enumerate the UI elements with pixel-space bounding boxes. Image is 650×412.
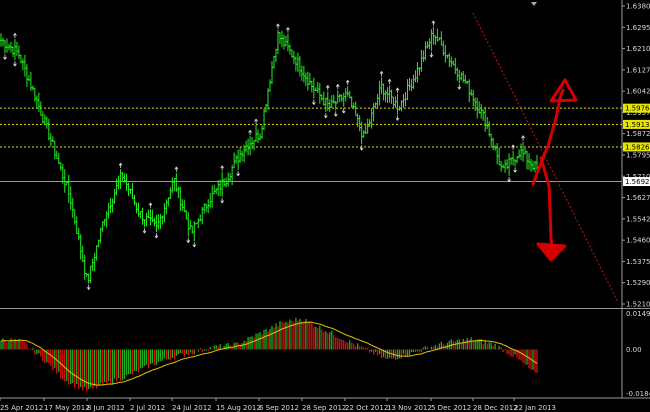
forex-chart[interactable]: 1.638001.629501.621001.612751.604251.595… [0, 0, 650, 412]
oscillator-axis: 0.0149 0.00 -0.0184 [626, 310, 650, 398]
price-tick-label: 1.52900 [626, 279, 650, 287]
fractal-down-icon [311, 99, 316, 105]
price-tick-label: 1.58725 [626, 130, 650, 138]
fractal-down-icon [3, 54, 7, 60]
time-tick-label: 28 Dec 2012 [473, 404, 518, 412]
price-tick-label: 1.63800 [626, 3, 650, 11]
fractal-down-icon [186, 237, 191, 243]
fractal-up-icon [345, 79, 350, 86]
fractal-up-icon [431, 20, 436, 26]
trendline-line[interactable] [472, 12, 619, 303]
highlighted-price-label: 1.58262 [625, 143, 650, 151]
arrow-down-head-icon [536, 242, 567, 262]
osc-tick-label: 0.0149 [626, 310, 650, 318]
fractal-up-icon [521, 135, 525, 141]
fractal-up-icon [286, 27, 290, 33]
price-tick-label: 1.52100 [626, 301, 650, 309]
fractal-up-icon [276, 23, 280, 29]
oscillator-signal-line [0, 321, 538, 386]
time-tick-label: 17 May 2012 [44, 404, 90, 412]
osc-tick-label: -0.0184 [626, 390, 650, 398]
fractal-up-icon [335, 84, 340, 90]
highlighted-price-label: 1.56922 [625, 178, 650, 186]
price-tick-label: 1.53750 [626, 258, 650, 266]
time-tick-label: 22 Oct 2012 [345, 404, 388, 412]
fractal-down-icon [142, 228, 147, 234]
time-tick-label: 25 Apr 2012 [0, 404, 43, 412]
fractal-down-icon [359, 145, 364, 151]
fractal-up-icon [511, 144, 515, 150]
arrow-up-stroke [531, 88, 565, 186]
fractal-down-icon [323, 112, 328, 119]
fractal-down-icon [429, 52, 434, 58]
price-axis[interactable]: 1.638001.629501.621001.612751.604251.595… [622, 3, 650, 309]
highlighted-price-label: 1.59135 [625, 121, 650, 129]
fractal-down-icon [395, 115, 400, 121]
price-tick-label: 1.61275 [626, 66, 650, 74]
fractal-up-icon [395, 87, 400, 93]
fractal-up-icon [325, 85, 330, 91]
time-axis: 25 Apr 2012 17 May 20128 Jun 2012 2 Jul 20… [0, 398, 556, 412]
price-tick-label: 1.62100 [626, 45, 650, 53]
fractal-down-icon [192, 242, 197, 248]
signal-line [0, 321, 538, 386]
fractal-up-icon [148, 202, 153, 208]
fractal-up-icon [13, 32, 17, 39]
fractal-up-icon [379, 71, 384, 77]
fractal-down-icon [341, 108, 346, 114]
fractal-down-icon [154, 233, 159, 239]
price-tick-label: 1.57950 [626, 152, 650, 160]
fractal-up-icon [174, 166, 179, 172]
time-tick-label: 22 Jan 2013 [514, 404, 556, 412]
price-tick-label: 1.54600 [626, 237, 650, 245]
time-tick-label: 15 Aug 2012 [216, 404, 261, 412]
chart-frame [0, 0, 650, 399]
fractal-arrows [3, 20, 525, 290]
fractal-down-icon [333, 111, 338, 117]
time-tick-label: 13 Nov 2012 [387, 404, 432, 412]
osc-tick-label: 0.00 [626, 346, 642, 354]
price-tick-label: 1.60425 [626, 88, 650, 96]
fractal-up-icon [220, 165, 225, 171]
trendline[interactable] [472, 12, 619, 303]
highlighted-price-label: 1.59764 [625, 105, 650, 113]
fractal-down-icon [236, 170, 240, 177]
fractal-down-icon [513, 167, 517, 173]
oscillator-histogram [0, 317, 538, 392]
price-tick-label: 1.56275 [626, 194, 650, 202]
fractal-up-icon [248, 130, 252, 136]
price-tick-label: 1.62950 [626, 24, 650, 32]
fractal-down-icon [86, 284, 91, 290]
fractal-down-icon [220, 198, 225, 204]
price-tick-label: 1.55425 [626, 215, 650, 223]
fractal-down-icon [457, 84, 462, 90]
shift-marker-icon[interactable] [531, 2, 537, 6]
time-tick-label: 6 Sep 2012 [259, 404, 299, 412]
time-tick-label: 8 Jun 2012 [87, 404, 125, 412]
fractal-up-icon [387, 78, 392, 85]
fractal-down-icon [13, 61, 17, 67]
time-tick-label: 2 Jul 2012 [130, 404, 165, 412]
time-tick-label: 5 Dec 2012 [431, 404, 471, 412]
red-arrow-annotations [531, 78, 578, 262]
time-tick-label: 28 Sep 2012 [302, 404, 346, 412]
fractal-up-icon [118, 162, 123, 169]
fractal-up-icon [254, 118, 258, 124]
price-bars [0, 26, 539, 284]
horizontal-levels [0, 107, 622, 183]
time-tick-label: 24 Jul 2012 [172, 404, 212, 412]
arrow-down-stroke [539, 156, 554, 250]
